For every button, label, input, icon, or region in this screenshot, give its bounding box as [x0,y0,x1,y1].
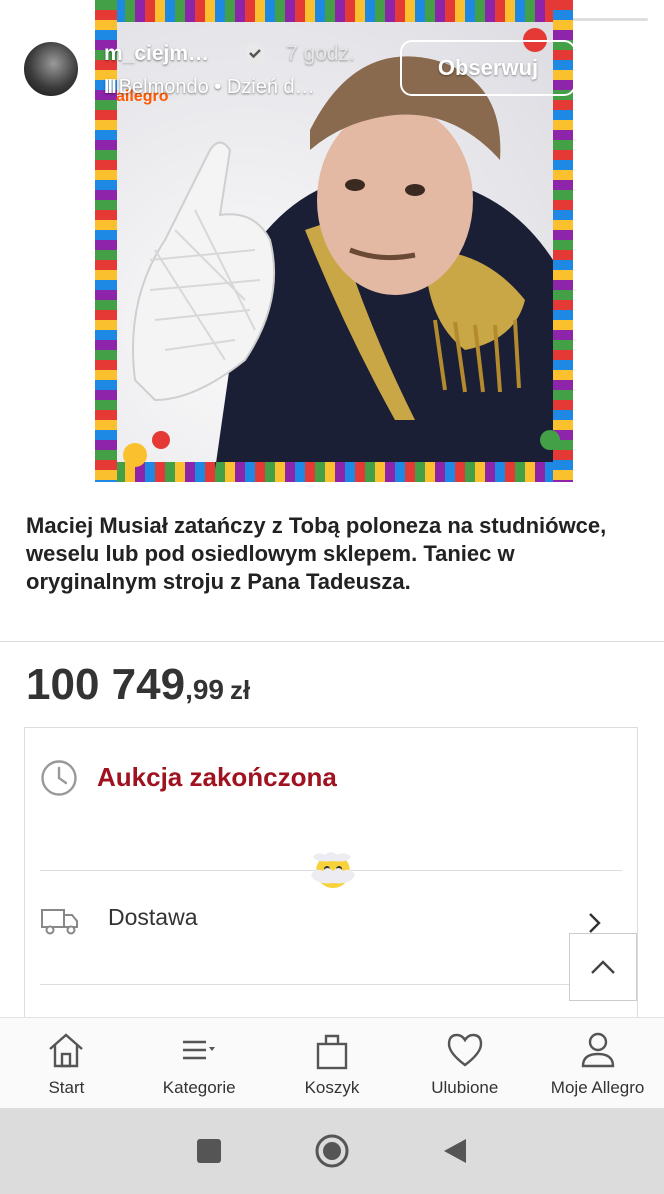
nav-item-kategorie[interactable]: Kategorie [133,1018,266,1108]
menu-icon [183,1040,216,1060]
story-music-label: Belmondo • Dzień d… [118,76,315,98]
cart-icon [316,1034,348,1070]
nav-label: Ulubione [431,1078,499,1097]
face-in-clouds-emoji-icon [311,852,355,888]
music-bars-icon: III [104,76,117,98]
clock-icon [41,760,77,796]
follow-button[interactable]: Obserwuj [400,40,576,96]
price: 100 749,99 zł [26,660,250,710]
more-options-icon[interactable] [612,52,630,82]
story-music[interactable]: III Belmondo • Dzień d… [104,76,315,99]
home-icon [49,1033,84,1068]
avatar[interactable] [22,40,80,98]
story-username[interactable]: m_ciejm… [104,42,209,66]
chevron-up-icon [591,960,615,974]
auction-status: Aukcja zakończona [97,762,337,792]
nav-label: Start [48,1078,85,1097]
nav-item-moje-allegro[interactable]: Moje Allegro [531,1018,664,1108]
nav-label: Kategorie [162,1078,236,1097]
recent-apps-icon[interactable] [196,1138,222,1164]
home-button-icon[interactable] [314,1133,350,1169]
system-nav-bar [0,1108,664,1194]
user-icon [581,1032,614,1068]
price-decimal: ,99 [185,674,224,705]
divider [40,984,622,985]
nav-item-start[interactable]: Start [0,1018,133,1108]
bottom-nav: Start Kategorie Koszyk Ulubione Moje All… [0,1017,664,1108]
nav-item-ulubione[interactable]: Ulubione [398,1018,531,1108]
verified-badge-icon [245,43,265,63]
listing-title: Maciej Musiał zatańczy z Tobą poloneza n… [26,513,607,594]
nav-label: Koszyk [304,1078,360,1097]
back-icon[interactable] [442,1137,468,1165]
nav-item-koszyk[interactable]: Koszyk [266,1018,399,1108]
scroll-to-top-button[interactable] [569,933,637,1001]
story-timestamp: 7 godz. [286,42,355,65]
price-integer: 100 749 [26,660,186,709]
price-currency: zł [230,675,251,705]
divider [0,641,664,642]
heart-icon [447,1033,482,1067]
truck-icon [41,909,78,935]
delivery-label: Dostawa [108,904,198,930]
nav-label: Moje Allegro [550,1078,645,1097]
story-header: m_ciejm… 7 godz. III Belmondo • Dzień d… … [0,0,664,120]
